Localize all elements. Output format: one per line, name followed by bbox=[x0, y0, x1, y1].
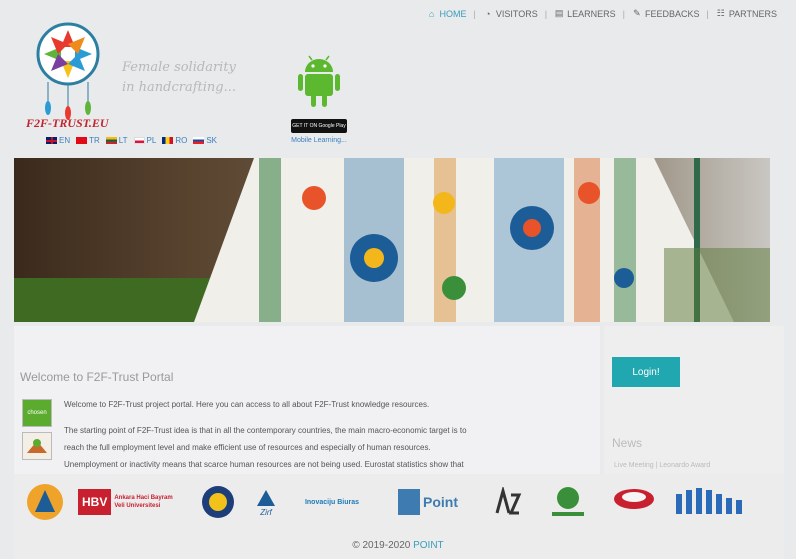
partner-name: Inovaciju Biuras bbox=[304, 498, 360, 506]
news-teaser[interactable]: Live Meeting | Leonardo Award bbox=[614, 462, 710, 469]
lang-ro[interactable]: RO bbox=[162, 136, 187, 145]
nav-label: FEEDBACKS bbox=[644, 8, 700, 19]
slovakia-flag-icon bbox=[193, 137, 205, 144]
nav-label: LEARNERS bbox=[567, 8, 616, 19]
nav-item-home[interactable]: ⌂ HOME bbox=[420, 9, 474, 19]
poland-flag-icon bbox=[133, 137, 145, 144]
partner-logo-inovaciju-icon[interactable]: Inovaciju Biuras bbox=[294, 480, 370, 524]
brand-name: F2F-TRUST.EU bbox=[26, 116, 109, 130]
lang-label: PL bbox=[146, 136, 157, 145]
paragraph-line: The starting point of F2F-Trust idea is … bbox=[64, 426, 467, 435]
nav-item-partners[interactable]: ☷ PARTNERS bbox=[709, 8, 784, 19]
nav-label: HOME bbox=[439, 8, 467, 19]
partner-logo-zirf-icon[interactable]: Zirf bbox=[248, 480, 284, 524]
nav-item-feedbacks[interactable]: ✎ FEEDBACKS bbox=[625, 8, 707, 19]
hero-banner-image bbox=[14, 158, 770, 322]
copyright-link[interactable]: POINT bbox=[413, 540, 444, 551]
lang-label: TR bbox=[89, 136, 100, 145]
copyright: © 2019-2020 POINT bbox=[0, 540, 796, 551]
feedback-icon: ✎ bbox=[633, 8, 641, 18]
login-button[interactable]: Login! bbox=[612, 357, 680, 387]
partner-logo-hbv-icon[interactable]: HBV Ankara Haci Bayram Veli Universitesi bbox=[78, 480, 188, 524]
lang-en[interactable]: EN bbox=[46, 136, 70, 145]
lang-label: LT bbox=[118, 136, 128, 145]
lang-label: RO bbox=[175, 136, 188, 145]
android-icon bbox=[298, 55, 340, 107]
tagline: Female solidarity in handcrafting... bbox=[122, 58, 236, 98]
partner-logos: HBV Ankara Haci Bayram Veli Universitesi… bbox=[22, 480, 752, 524]
partner-logo-lubaczowskie-icon[interactable] bbox=[486, 480, 530, 524]
tagline-line: in handcrafting... bbox=[122, 80, 237, 95]
craft-image-icon bbox=[22, 432, 52, 460]
partner-logo-fddd-icon[interactable] bbox=[606, 480, 662, 524]
partner-logo-seal-icon[interactable] bbox=[198, 480, 238, 524]
home-icon: ⌂ bbox=[428, 8, 435, 19]
lang-pl[interactable]: PL bbox=[133, 136, 157, 145]
nav-item-visitors[interactable]: ◔ VISITORS bbox=[476, 9, 545, 19]
nav-item-learners[interactable]: ▤ LEARNERS bbox=[547, 8, 623, 19]
lang-label: EN bbox=[59, 136, 71, 145]
partner-logo-point-icon[interactable]: Point bbox=[380, 480, 476, 524]
lang-label: SK bbox=[206, 136, 218, 145]
chosen-badge-icon: chosen bbox=[22, 399, 52, 427]
lang-tr[interactable]: TR bbox=[76, 136, 100, 145]
turkey-flag-icon bbox=[76, 137, 88, 144]
partner-name: Ankara Haci Bayram Veli Universitesi bbox=[114, 495, 173, 509]
tagline-line: Female solidarity bbox=[122, 60, 236, 75]
visitors-icon: ◔ bbox=[485, 8, 491, 19]
partner-logo-bistrita-icon[interactable] bbox=[540, 480, 596, 524]
intro-text: Welcome to F2F-Trust project portal. Her… bbox=[64, 400, 430, 409]
mobile-learning-link[interactable]: Mobile Learning... bbox=[286, 137, 352, 144]
copyright-text: © 2019-2020 bbox=[352, 540, 414, 551]
top-nav: ⌂ HOME | ◔ VISITORS | ▤ LEARNERS | ✎ FEE… bbox=[420, 8, 784, 19]
google-play-badge[interactable]: GET IT ON Google Play bbox=[291, 119, 347, 133]
sidebar-panel bbox=[604, 326, 784, 474]
partners-icon: ☷ bbox=[716, 8, 725, 18]
partner-logo-wave-icon[interactable] bbox=[672, 480, 752, 524]
lang-sk[interactable]: SK bbox=[193, 136, 217, 145]
partner-name: Point bbox=[423, 494, 458, 510]
learners-icon: ▤ bbox=[554, 8, 564, 18]
romania-flag-icon bbox=[162, 137, 174, 144]
language-selector: EN TR LT PL RO SK bbox=[46, 136, 217, 145]
lithuania-flag-icon bbox=[105, 137, 117, 144]
nav-label: PARTNERS bbox=[728, 8, 777, 19]
partner-name: Zirf bbox=[260, 507, 272, 517]
partner-logo-crest-icon[interactable] bbox=[22, 480, 68, 524]
paragraph-line: reach the full employment level and make… bbox=[64, 443, 431, 452]
uk-flag-icon bbox=[46, 137, 57, 144]
paragraph-line: Unemployment or inactivity means that sc… bbox=[64, 460, 464, 469]
welcome-title: Welcome to F2F-Trust Portal bbox=[20, 370, 174, 384]
nav-label: VISITORS bbox=[495, 8, 538, 19]
mobile-app-promo[interactable]: GET IT ON Google Play Mobile Learning... bbox=[286, 52, 352, 144]
news-title: News bbox=[612, 436, 643, 450]
lang-lt[interactable]: LT bbox=[105, 136, 128, 145]
